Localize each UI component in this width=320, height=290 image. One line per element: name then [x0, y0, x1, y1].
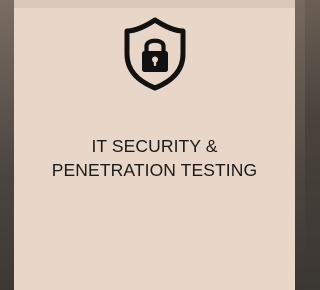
background-left-edge	[0, 0, 14, 290]
service-card[interactable]: IT SECURITY & PENETRATION TESTING	[14, 0, 295, 290]
card-title: IT SECURITY & PENETRATION TESTING	[14, 134, 295, 182]
background-right-edge	[295, 0, 305, 290]
card-title-line-2: PENETRATION TESTING	[51, 160, 258, 180]
shield-lock-icon	[121, 16, 189, 92]
card-title-line-1: IT SECURITY &	[91, 136, 218, 156]
